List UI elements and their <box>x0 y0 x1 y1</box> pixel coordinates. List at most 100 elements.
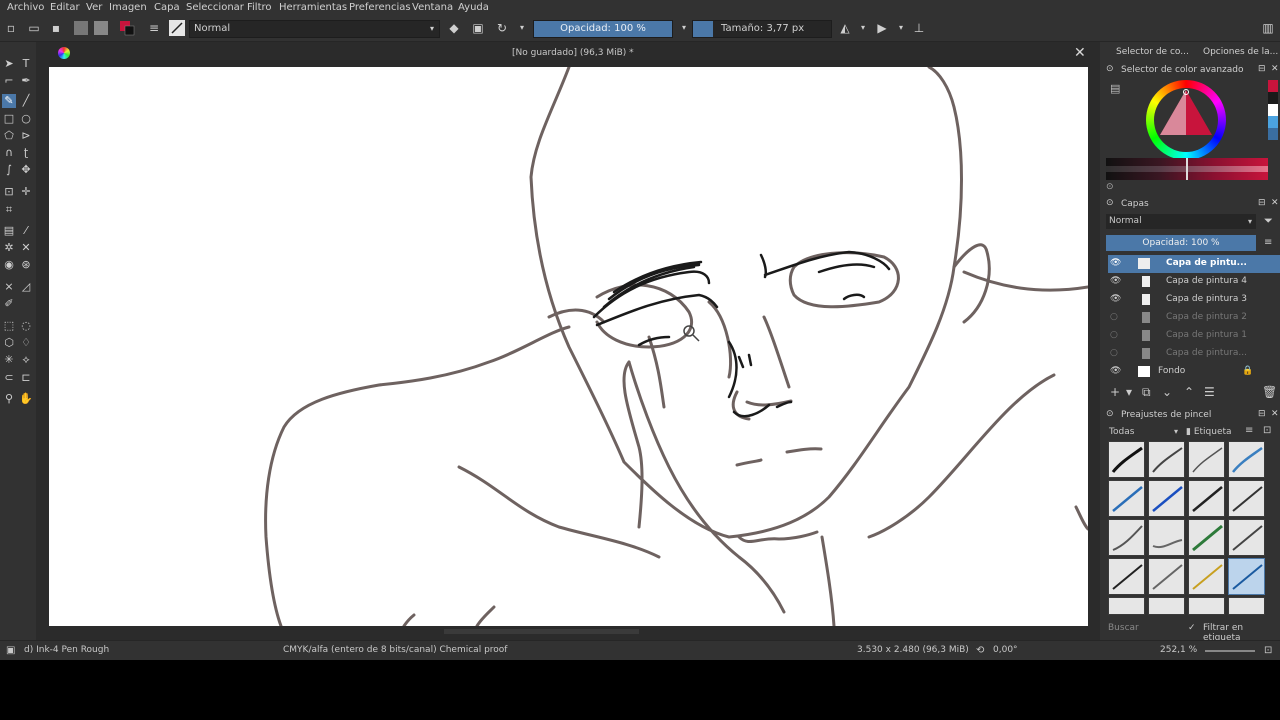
brush-preset[interactable] <box>1108 519 1145 556</box>
layer-row[interactable]: 👁 Capa de pintura 3 <box>1108 291 1280 309</box>
fill-tool-icon[interactable]: ◉ <box>2 258 16 272</box>
blend-mode-select[interactable]: Normal ▾ <box>189 20 440 38</box>
new-document-icon[interactable]: ▫ <box>3 20 19 36</box>
brush-preset-selected[interactable] <box>1228 558 1265 595</box>
preset-filter-select[interactable]: Todas ▾ <box>1106 425 1180 439</box>
refresh-icon[interactable]: ⊙ <box>1106 182 1114 192</box>
layer-row[interactable]: 👁 Capa de pintu... <box>1108 255 1280 273</box>
similar-select-tool-icon[interactable]: ⟡ <box>19 353 33 367</box>
layer-row[interactable]: ○ Capa de pintura... <box>1108 345 1280 363</box>
brush-preset-thumbnail[interactable] <box>169 20 185 36</box>
gradient-tool-icon[interactable]: ▤ <box>2 224 16 238</box>
view-menu-icon[interactable]: ≡ <box>1245 425 1253 436</box>
pattern-swatch[interactable] <box>94 21 108 35</box>
freehand-path-tool-icon[interactable]: ʈ <box>19 146 33 160</box>
brush-preset[interactable] <box>1108 558 1145 595</box>
drawing-canvas[interactable] <box>49 67 1088 626</box>
eye-icon[interactable]: 👁 <box>1110 258 1121 268</box>
text-tool-icon[interactable]: T <box>19 57 33 71</box>
bezier-select-tool-icon[interactable]: ⊂ <box>2 371 16 385</box>
close-icon[interactable]: ✕ <box>1271 409 1279 419</box>
brush-preset[interactable] <box>1188 519 1225 556</box>
color-picker-tool-icon[interactable]: ⁄ <box>19 224 33 238</box>
brush-preset[interactable] <box>1148 480 1185 517</box>
float-icon[interactable]: ⊟ <box>1258 198 1266 208</box>
layer-row[interactable]: ○ Capa de pintura 1 <box>1108 327 1280 345</box>
delete-layer-icon[interactable]: 🗑 <box>1262 385 1277 399</box>
scroll-thumb[interactable] <box>444 629 639 634</box>
eye-icon[interactable]: 👁 <box>1110 294 1121 304</box>
pan-tool-icon[interactable]: ✋ <box>19 392 33 406</box>
fullscreen-icon[interactable]: ⊡ <box>1264 645 1272 656</box>
wrap-around-icon[interactable]: ⊥ <box>911 20 927 36</box>
lock-icon[interactable]: 🔒 <box>1242 366 1253 376</box>
close-icon[interactable]: ✕ <box>1271 198 1279 208</box>
freehand-select-tool-icon[interactable]: ♢ <box>19 336 33 350</box>
transform-tool-icon[interactable]: ⊡ <box>2 185 16 199</box>
ellipse-tool-icon[interactable]: ○ <box>19 112 33 126</box>
color-history-bar[interactable] <box>1268 80 1278 140</box>
brush-preset[interactable] <box>1188 480 1225 517</box>
hidden-eye-icon[interactable]: ○ <box>1110 312 1118 322</box>
fg-bg-color-icon[interactable] <box>119 20 135 36</box>
eye-icon[interactable]: 👁 <box>1110 276 1121 286</box>
layer-opacity-slider[interactable]: Opacidad: 100 % <box>1106 235 1256 251</box>
brush-preset[interactable] <box>1228 480 1265 517</box>
move-tool-icon[interactable]: ✛ <box>19 185 33 199</box>
menu-preferencias[interactable]: Preferencias <box>349 2 411 13</box>
menu-filtro[interactable]: Filtro <box>247 2 272 13</box>
rectangle-tool-icon[interactable]: □ <box>2 112 16 126</box>
shade-selector[interactable] <box>1106 158 1268 180</box>
lock-icon[interactable]: ⊙ <box>1106 198 1114 208</box>
menu-ventana[interactable]: Ventana <box>412 2 453 13</box>
move-down-icon[interactable]: ⌄ <box>1162 385 1172 399</box>
hidden-eye-icon[interactable]: ○ <box>1110 330 1118 340</box>
layer-row[interactable]: 👁 Fondo 🔒 <box>1108 363 1280 381</box>
layer-row[interactable]: ○ Capa de pintura 2 <box>1108 309 1280 327</box>
preset-search-input[interactable]: Buscar <box>1108 623 1139 633</box>
brush-preset[interactable] <box>1108 480 1145 517</box>
layer-properties-icon[interactable]: ☰ <box>1204 385 1215 399</box>
polygon-select-tool-icon[interactable]: ⬡ <box>2 336 16 350</box>
chevron-down-icon[interactable]: ▾ <box>1126 385 1132 399</box>
menu-seleccionar[interactable]: Seleccionar <box>186 2 244 13</box>
float-icon[interactable]: ⊟ <box>1258 409 1266 419</box>
ellipse-select-tool-icon[interactable]: ◌ <box>19 319 33 333</box>
contiguous-select-tool-icon[interactable]: ✳ <box>2 353 16 367</box>
select-shapes-tool-icon[interactable]: ➤ <box>2 57 16 71</box>
save-icon[interactable]: ▪ <box>48 20 64 36</box>
multibrush-tool-icon[interactable]: ✥ <box>19 163 33 177</box>
polyline-tool-icon[interactable]: ⊳ <box>19 129 33 143</box>
eye-icon[interactable]: 👁 <box>1110 366 1121 376</box>
eraser-icon[interactable]: ◆ <box>446 20 462 36</box>
tab-color-selector[interactable]: Selector de co... <box>1116 47 1189 57</box>
lock-icon[interactable]: ⊙ <box>1106 409 1114 419</box>
close-document-icon[interactable]: ✕ <box>1074 45 1086 61</box>
chevron-down-icon[interactable]: ▾ <box>855 20 871 36</box>
brush-preset[interactable] <box>1188 558 1225 595</box>
menu-ayuda[interactable]: Ayuda <box>458 2 489 13</box>
brush-preset[interactable] <box>1228 597 1265 615</box>
polygon-tool-icon[interactable]: ⬠ <box>2 129 16 143</box>
tab-tool-options[interactable]: Opciones de la... <box>1203 47 1278 57</box>
mirror-vertical-icon[interactable]: ▶ <box>874 20 890 36</box>
add-layer-icon[interactable]: + <box>1110 385 1120 399</box>
menu-editar[interactable]: Editar <box>50 2 80 13</box>
assistant-tool-icon[interactable]: ⨯ <box>2 280 16 294</box>
mirror-horizontal-icon[interactable]: ◭ <box>837 20 853 36</box>
dynamic-brush-tool-icon[interactable]: ∫ <box>2 163 16 177</box>
layer-menu-icon[interactable]: ≡ <box>1264 237 1272 248</box>
brush-preset[interactable] <box>1228 519 1265 556</box>
calligraphy-tool-icon[interactable]: ✒ <box>19 74 33 88</box>
canvas-horizontal-scrollbar[interactable] <box>49 627 1088 636</box>
dock-layout-icon[interactable]: ▥ <box>1260 20 1276 36</box>
layer-blend-mode-select[interactable]: Normal ▾ <box>1106 214 1256 229</box>
brush-preset[interactable] <box>1188 597 1225 615</box>
reference-images-tool-icon[interactable]: ✐ <box>2 297 16 311</box>
brush-preset[interactable] <box>1108 597 1145 615</box>
menu-herramientas[interactable]: Herramientas <box>279 2 347 13</box>
lock-icon[interactable]: ⊙ <box>1106 64 1114 74</box>
duplicate-layer-icon[interactable]: ⧉ <box>1142 385 1151 400</box>
brush-preset[interactable] <box>1148 519 1185 556</box>
import-icon[interactable]: ⊡ <box>1263 425 1271 436</box>
